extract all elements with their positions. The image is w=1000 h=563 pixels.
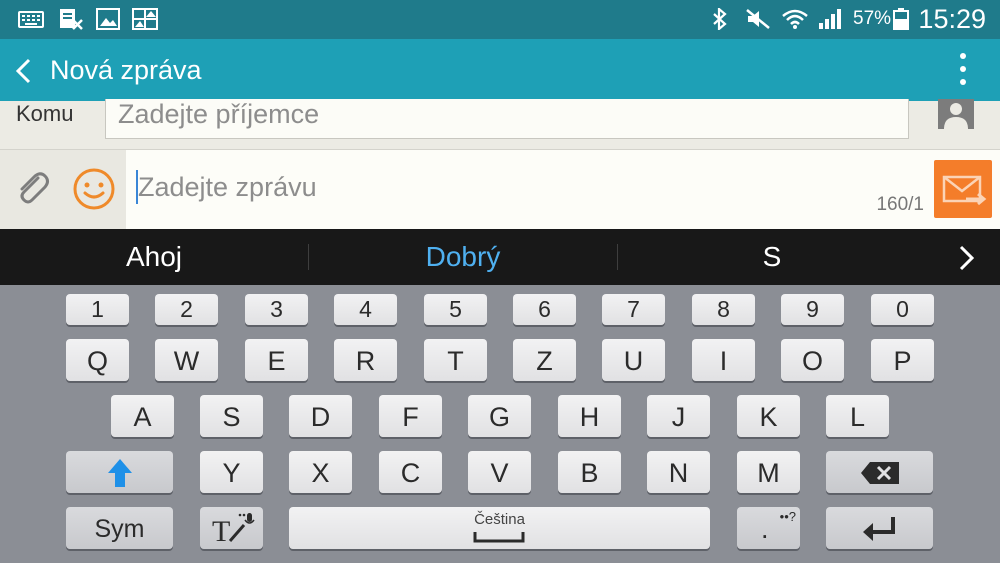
key-g[interactable]: G	[468, 395, 531, 437]
message-input[interactable]: Zadejte zprávu 160/1	[126, 150, 1000, 229]
overflow-menu-button[interactable]	[954, 49, 972, 91]
handwriting-mic-icon: T	[212, 513, 255, 547]
send-button[interactable]	[934, 160, 992, 218]
key-0[interactable]: 0	[871, 294, 934, 325]
key-m[interactable]: M	[737, 451, 800, 493]
recipient-row: Komu Zadejte příjemce	[0, 99, 1000, 150]
key-s[interactable]: S	[200, 395, 263, 437]
backspace-key[interactable]	[826, 451, 933, 493]
key-o[interactable]: O	[781, 339, 844, 381]
key-w[interactable]: W	[155, 339, 218, 381]
space-bar-icon	[473, 532, 525, 543]
smiley-icon	[73, 168, 115, 210]
key-k[interactable]: K	[737, 395, 800, 437]
document-close-icon	[60, 9, 83, 30]
key-f[interactable]: F	[379, 395, 442, 437]
key-9[interactable]: 9	[781, 294, 844, 325]
chevron-right-icon	[959, 245, 975, 271]
key-t[interactable]: T	[424, 339, 487, 381]
contact-picker-button[interactable]	[938, 99, 974, 129]
suggestion-item[interactable]: Ahoj	[0, 229, 308, 285]
bluetooth-icon	[713, 8, 727, 30]
app-bar: Nová zpráva	[0, 39, 1000, 101]
keyboard-icon	[18, 11, 44, 28]
key-h[interactable]: H	[558, 395, 621, 437]
suggestion-item[interactable]: S	[618, 229, 926, 285]
page-title: Nová zpráva	[50, 55, 202, 85]
key-p[interactable]: P	[871, 339, 934, 381]
handwriting-key[interactable]: T	[200, 507, 263, 549]
key-1[interactable]: 1	[66, 294, 129, 325]
clock: 15:29	[918, 4, 986, 34]
key-v[interactable]: V	[468, 451, 531, 493]
character-counter: 160/1	[876, 194, 924, 215]
key-b[interactable]: B	[558, 451, 621, 493]
key-e[interactable]: E	[245, 339, 308, 381]
enter-key[interactable]	[826, 507, 933, 549]
key-3[interactable]: 3	[245, 294, 308, 325]
punctuation-key[interactable]: ••? .	[737, 507, 800, 549]
key-u[interactable]: U	[602, 339, 665, 381]
contact-icon	[938, 99, 974, 129]
svg-text:T: T	[212, 515, 230, 547]
paperclip-icon	[20, 172, 49, 204]
battery-percent: 57%	[853, 8, 892, 29]
key-2[interactable]: 2	[155, 294, 218, 325]
key-x[interactable]: X	[289, 451, 352, 493]
chevron-left-icon	[15, 58, 31, 84]
status-bar: 57% 15:29	[0, 0, 1000, 39]
key-j[interactable]: J	[647, 395, 710, 437]
key-5[interactable]: 5	[424, 294, 487, 325]
more-suggestions-button[interactable]	[945, 229, 1000, 285]
key-i[interactable]: I	[692, 339, 755, 381]
sym-key[interactable]: Sym	[66, 507, 173, 549]
gallery-icon	[132, 8, 158, 30]
punctuation-secondary: ••?	[779, 509, 796, 524]
key-8[interactable]: 8	[692, 294, 755, 325]
enter-arrow-icon	[863, 517, 895, 541]
suggestion-item-selected[interactable]: Dobrý	[309, 229, 617, 285]
punctuation-primary: .	[761, 514, 769, 544]
attach-button[interactable]	[12, 168, 52, 208]
shift-key[interactable]	[66, 451, 173, 493]
back-button[interactable]	[0, 39, 45, 101]
mute-icon	[746, 9, 770, 29]
recipient-label: Komu	[16, 101, 74, 126]
suggestion-bar: Ahoj Dobrý S	[0, 229, 1000, 285]
key-7[interactable]: 7	[602, 294, 665, 325]
battery-icon	[893, 8, 909, 30]
message-placeholder: Zadejte zprávu	[138, 172, 317, 202]
key-a[interactable]: A	[111, 395, 174, 437]
backspace-icon	[861, 462, 899, 484]
image-icon	[96, 8, 120, 30]
compose-row: Zadejte zprávu 160/1	[0, 150, 1000, 229]
key-n[interactable]: N	[647, 451, 710, 493]
key-6[interactable]: 6	[513, 294, 576, 325]
recipient-input[interactable]: Zadejte příjemce	[105, 99, 909, 139]
key-y[interactable]: Y	[200, 451, 263, 493]
more-vert-icon	[954, 53, 972, 85]
key-4[interactable]: 4	[334, 294, 397, 325]
key-q[interactable]: Q	[66, 339, 129, 381]
key-z[interactable]: Z	[513, 339, 576, 381]
key-r[interactable]: R	[334, 339, 397, 381]
key-d[interactable]: D	[289, 395, 352, 437]
signal-icon	[819, 9, 841, 29]
shift-arrow-icon	[108, 459, 132, 487]
key-l[interactable]: L	[826, 395, 889, 437]
emoji-button[interactable]	[72, 167, 116, 211]
space-key[interactable]: Čeština	[289, 507, 710, 549]
key-c[interactable]: C	[379, 451, 442, 493]
wifi-icon	[782, 9, 808, 29]
keyboard: 1 2 3 4 5 6 7 8 9 0 Q W E R T Z U I O P …	[0, 285, 1000, 563]
send-envelope-icon	[942, 175, 987, 206]
